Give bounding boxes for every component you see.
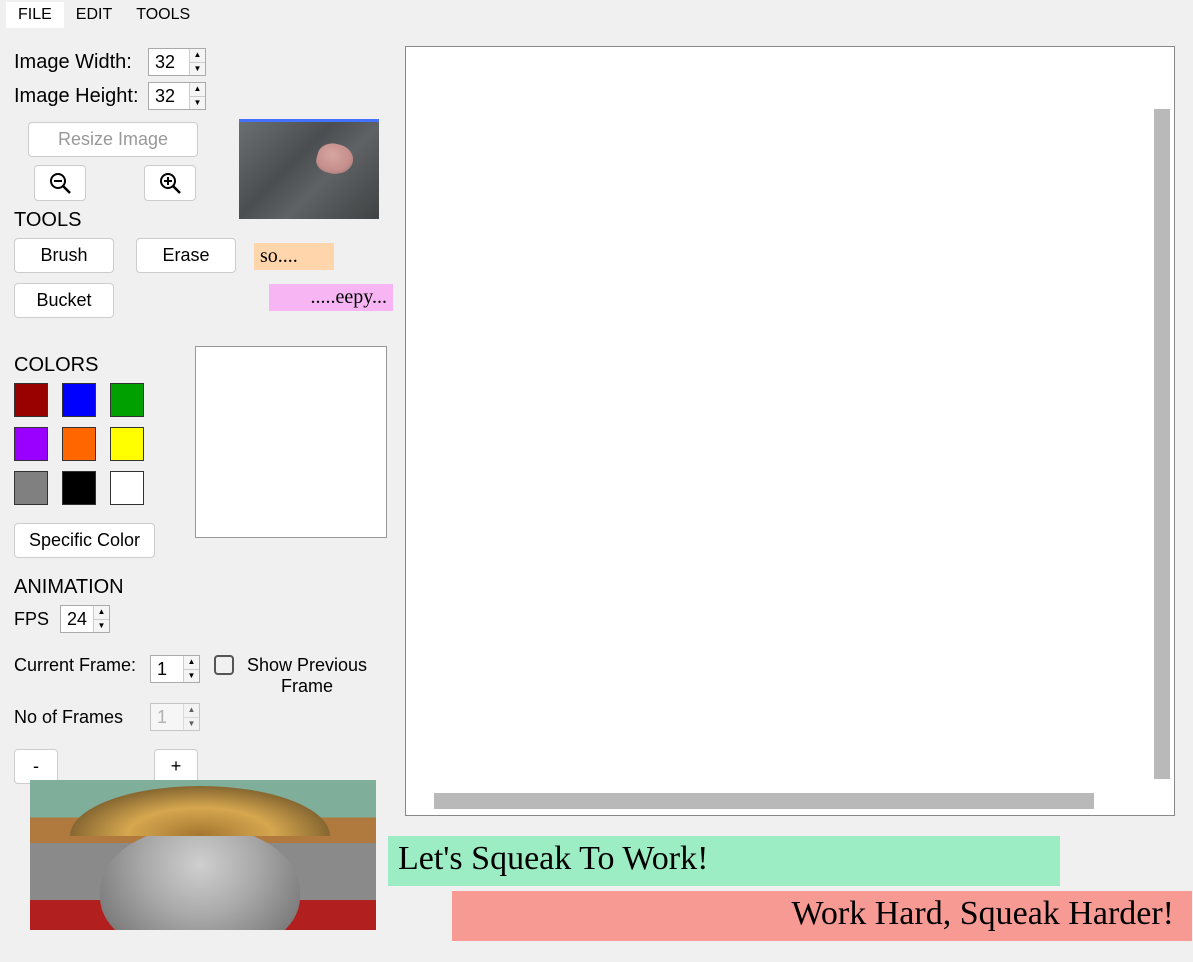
current-frame-input[interactable] <box>151 656 183 682</box>
brush-preview-box <box>195 346 387 538</box>
nframes-down-icon[interactable]: ▼ <box>184 718 199 731</box>
nframes-up-icon[interactable]: ▲ <box>184 704 199 718</box>
image-width-spinner[interactable]: ▲ ▼ <box>148 48 206 76</box>
fps-label: FPS <box>14 609 60 630</box>
color-orange[interactable] <box>62 427 96 461</box>
current-frame-up-icon[interactable]: ▲ <box>184 656 199 670</box>
erase-button[interactable]: Erase <box>136 238 236 273</box>
color-green[interactable] <box>110 383 144 417</box>
fps-input[interactable] <box>61 606 93 632</box>
add-frame-button[interactable]: + <box>154 749 198 784</box>
remove-frame-button[interactable]: - <box>14 749 58 784</box>
color-blue[interactable] <box>62 383 96 417</box>
zoom-out-icon <box>48 171 72 195</box>
resize-image-button[interactable]: Resize Image <box>28 122 198 157</box>
menu-tools[interactable]: TOOLS <box>124 2 202 28</box>
color-purple[interactable] <box>14 427 48 461</box>
current-frame-label: Current Frame: <box>14 655 150 676</box>
zoom-out-button[interactable] <box>34 165 86 201</box>
nframes-label: No of Frames <box>14 707 150 728</box>
image-width-label: Image Width: <box>14 51 148 74</box>
color-black[interactable] <box>62 471 96 505</box>
nframes-input <box>151 704 183 730</box>
image-height-label: Image Height: <box>14 85 148 108</box>
current-frame-spinner[interactable]: ▲ ▼ <box>150 655 200 683</box>
color-yellow[interactable] <box>110 427 144 461</box>
banner-red: Work Hard, Squeak Harder! <box>452 891 1192 941</box>
fps-spinner[interactable]: ▲ ▼ <box>60 605 110 633</box>
specific-color-button[interactable]: Specific Color <box>14 523 155 558</box>
image-height-input[interactable] <box>149 83 189 109</box>
image-width-input[interactable] <box>149 49 189 75</box>
zoom-in-button[interactable] <box>144 165 196 201</box>
image-height-up-icon[interactable]: ▲ <box>190 83 205 97</box>
color-gray[interactable] <box>14 471 48 505</box>
banner-green: Let's Squeak To Work! <box>388 836 1060 886</box>
hat-chinchilla-image <box>30 780 376 930</box>
zoom-in-icon <box>158 171 182 195</box>
animation-heading: ANIMATION <box>14 576 394 599</box>
speech-eepy: .....eepy... <box>269 284 393 311</box>
sleepy-chinchilla-image <box>239 119 379 219</box>
bucket-button[interactable]: Bucket <box>14 283 114 318</box>
current-frame-down-icon[interactable]: ▼ <box>184 670 199 683</box>
color-dark-red[interactable] <box>14 383 48 417</box>
image-width-down-icon[interactable]: ▼ <box>190 63 205 76</box>
horizontal-scrollbar[interactable] <box>434 793 1094 809</box>
menu-edit[interactable]: EDIT <box>64 2 124 28</box>
image-height-spinner[interactable]: ▲ ▼ <box>148 82 206 110</box>
color-white[interactable] <box>110 471 144 505</box>
menu-file[interactable]: FILE <box>6 2 64 28</box>
show-previous-frame-label: Show Previous Frame <box>242 655 372 697</box>
show-previous-frame-checkbox[interactable] <box>214 655 234 675</box>
vertical-scrollbar[interactable] <box>1154 109 1170 779</box>
brush-button[interactable]: Brush <box>14 238 114 273</box>
drawing-canvas[interactable] <box>405 46 1175 816</box>
fps-down-icon[interactable]: ▼ <box>94 620 109 633</box>
image-width-up-icon[interactable]: ▲ <box>190 49 205 63</box>
speech-so: so.... <box>254 243 334 270</box>
fps-up-icon[interactable]: ▲ <box>94 606 109 620</box>
image-height-down-icon[interactable]: ▼ <box>190 97 205 110</box>
nframes-spinner[interactable]: ▲ ▼ <box>150 703 200 731</box>
menu-bar: FILE EDIT TOOLS <box>0 0 1193 30</box>
